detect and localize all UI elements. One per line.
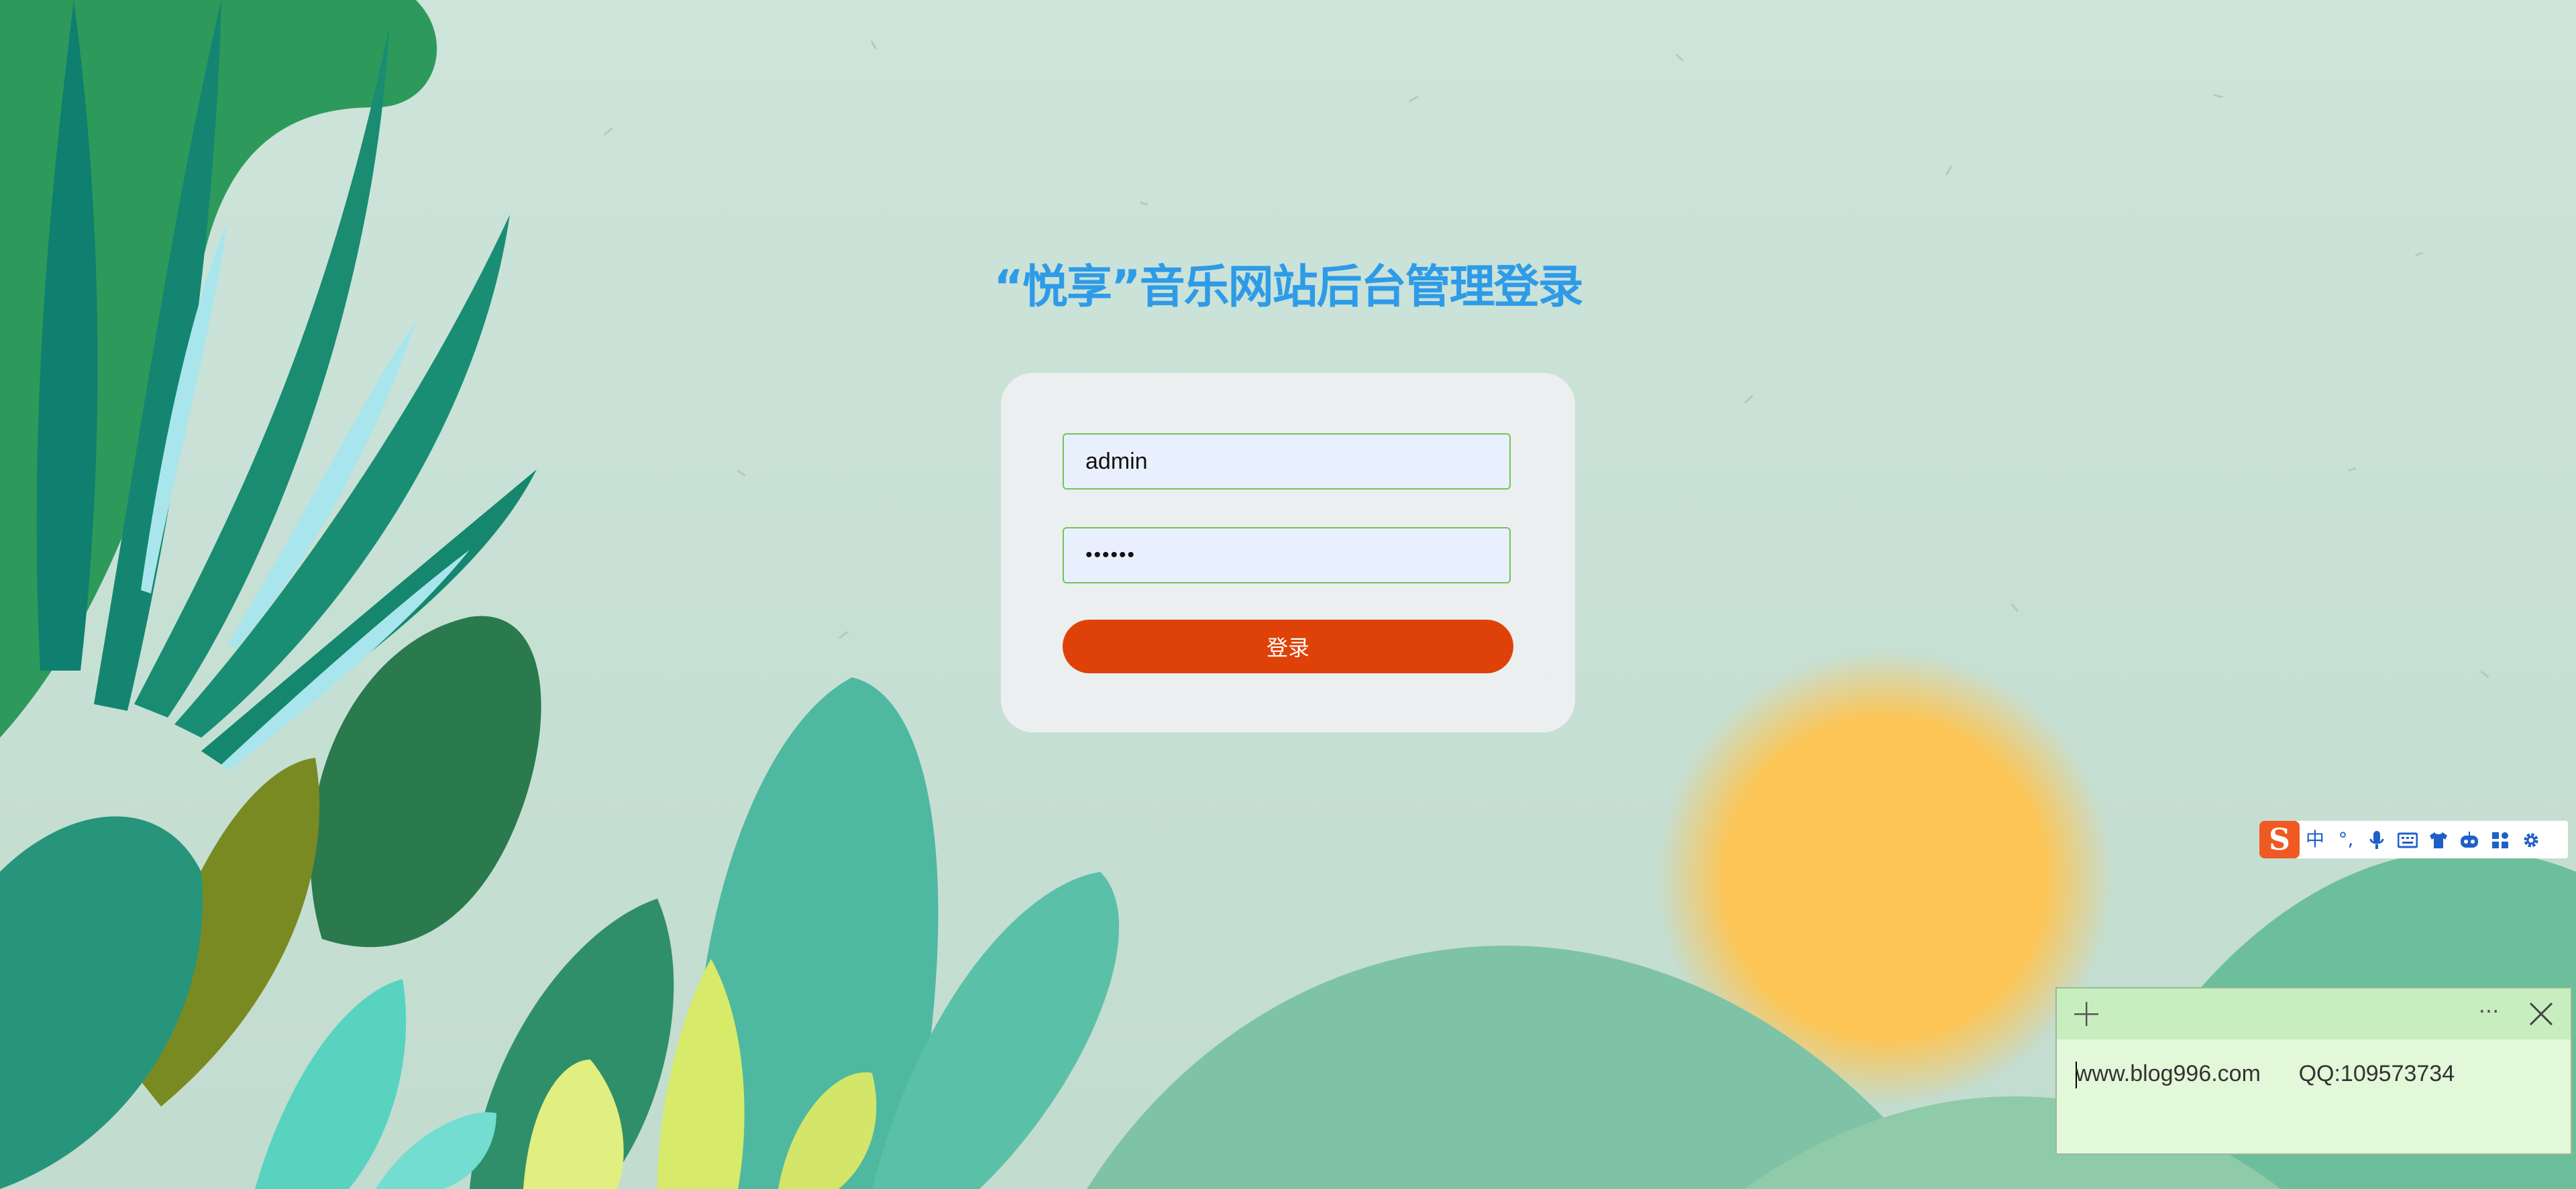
robot-icon[interactable] [2454,821,2485,858]
chinese-mode-icon[interactable]: 中 [2300,821,2330,858]
more-options-button[interactable]: ··· [2473,998,2505,1030]
skin-shirt-icon[interactable] [2423,821,2454,858]
settings-gear-icon[interactable] [2516,821,2546,858]
password-input[interactable] [1063,527,1511,583]
sticky-note-content[interactable]: www.blog996.com QQ:109573734 [2076,1061,2455,1089]
sticky-note-header: ··· [2057,988,2571,1039]
login-button[interactable]: 登录 [1063,620,1513,673]
microphone-icon[interactable] [2361,821,2392,858]
punctuation-icon[interactable]: °, [2330,821,2361,858]
sogou-logo-icon[interactable]: S [2259,821,2300,858]
toolbox-grid-icon[interactable] [2485,821,2516,858]
username-input[interactable] [1063,433,1511,490]
page-title: “悦享”音乐网站后台管理登录 [994,261,1583,314]
sticky-note: ··· www.blog996.com QQ:109573734 [2055,987,2572,1155]
login-page: “悦享”音乐网站后台管理登录 登录 S 中 °, ··· [0,0,2576,1189]
add-note-icon[interactable] [2072,999,2101,1029]
sticky-note-text: www.blog996.com QQ:109573734 [2076,1061,2455,1086]
login-card: 登录 [1001,373,1575,732]
keyboard-icon[interactable] [2392,821,2423,858]
close-icon[interactable] [2526,999,2556,1029]
ime-toolbar: S 中 °, [2259,821,2568,858]
